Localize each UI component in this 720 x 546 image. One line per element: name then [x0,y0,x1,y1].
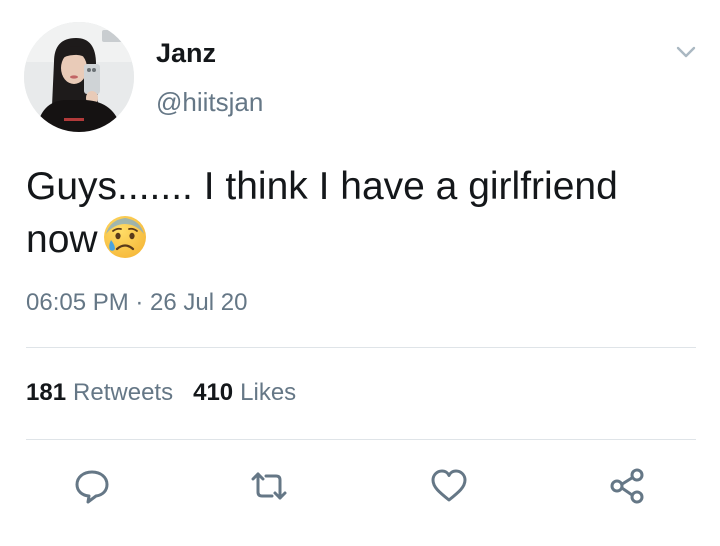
retweet-arrows-icon [251,472,287,500]
divider [26,347,696,348]
profile-photo [24,22,134,132]
like-button[interactable] [429,466,469,506]
tweet-text: Guys....... I think I have a girlfriend … [26,160,698,266]
anxious-face-with-sweat-icon [102,214,148,260]
share-button[interactable] [607,466,647,506]
avatar[interactable] [24,22,134,132]
tweet-text-now: now [26,218,98,261]
likes-count: 410 [193,379,234,406]
likes-stat[interactable]: 410 Likes [193,378,296,408]
tweet-card: Janz @hiitsjan Guys....... I think I hav… [0,0,720,546]
display-name[interactable]: Janz [156,36,216,70]
retweets-count: 181 [26,379,67,406]
retweet-button[interactable] [249,466,289,506]
tweet-text-line-2: now [26,213,698,266]
tweet-timestamp[interactable]: 06:05 PM · 26 Jul 20 [26,288,247,318]
chevron-down-icon[interactable] [672,38,700,66]
retweets-label: Retweets [73,379,174,406]
heart-icon [431,469,467,502]
tweet-text-line-1: Guys....... I think I have a girlfriend [26,165,618,208]
divider [26,439,696,440]
speech-bubble-icon [75,470,109,504]
share-nodes-icon [610,468,644,504]
user-handle[interactable]: @hiitsjan [156,86,263,118]
engagement-stats: 181 Retweets 410 Likes [26,378,296,408]
retweets-stat[interactable]: 181 Retweets [26,378,173,408]
reply-button[interactable] [72,466,112,506]
likes-label: Likes [240,379,297,406]
